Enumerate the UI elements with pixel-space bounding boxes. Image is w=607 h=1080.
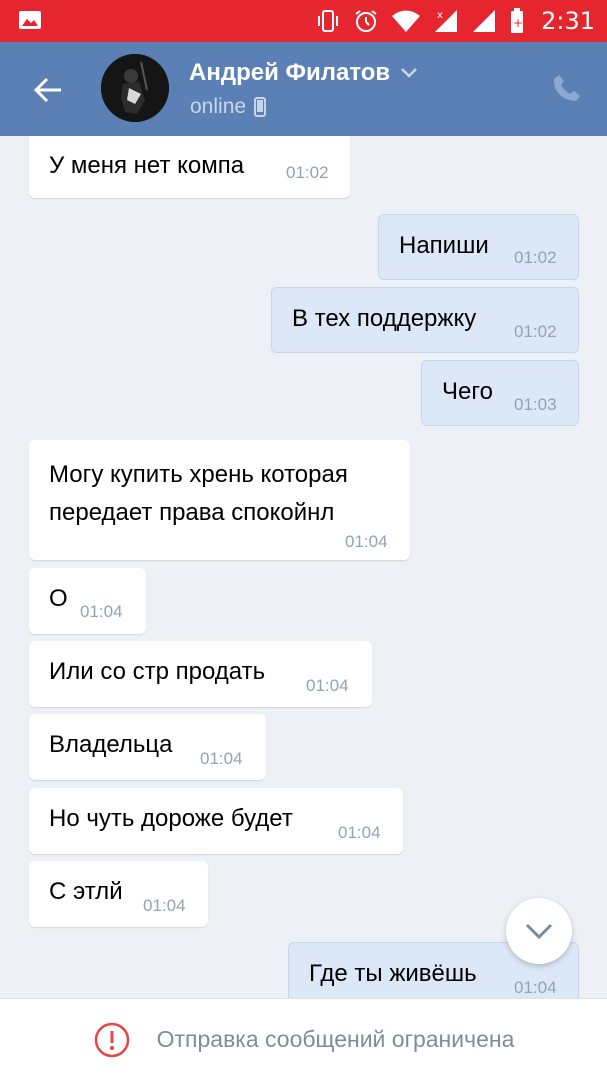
message-text: Могу купить хрень которая передает права…	[49, 456, 348, 532]
call-button[interactable]	[549, 70, 585, 106]
message-outgoing[interactable]: В тех поддержку 01:02	[271, 287, 579, 353]
wifi-icon	[392, 10, 421, 32]
restriction-text: Отправка сообщений ограничена	[156, 1026, 515, 1052]
status-time: 2:31	[541, 7, 595, 35]
chevron-down-icon	[525, 923, 553, 940]
alarm-icon	[355, 10, 377, 32]
message-text: Чего	[442, 378, 493, 405]
message-incoming[interactable]: О 01:04	[29, 568, 146, 634]
message-text: Или со стр продать	[49, 658, 266, 685]
message-time: 01:04	[306, 676, 349, 695]
status-text: online	[190, 95, 247, 118]
message-text: У меня нет компа	[49, 152, 245, 179]
message-incoming[interactable]: У меня нет компа 01:02	[29, 136, 350, 198]
message-time: 01:02	[514, 322, 557, 341]
message-text: В тех поддержку	[292, 305, 477, 332]
message-text: Напиши	[399, 232, 489, 259]
mobile-icon	[254, 97, 267, 117]
contact-name-text: Андрей Филатов	[189, 59, 391, 86]
message-text: Но чуть дороже будет	[49, 805, 293, 832]
avatar[interactable]	[101, 54, 169, 122]
message-text: Владельца	[49, 731, 173, 758]
message-incoming[interactable]: Владельца 01:04	[29, 714, 266, 780]
message-time: 01:04	[338, 823, 381, 842]
message-time: 01:04	[200, 749, 243, 768]
battery-charging-icon: +	[511, 8, 523, 33]
message-list[interactable]: У меня нет компа 01:02 Напиши 01:02 В те…	[0, 136, 607, 998]
messaging-restricted-bar: Отправка сообщений ограничена	[0, 998, 607, 1080]
message-time: 01:04	[80, 602, 123, 621]
back-button[interactable]	[26, 68, 70, 112]
phone-icon	[553, 75, 580, 101]
message-text: О	[49, 585, 68, 612]
signal-icon: x	[435, 10, 458, 32]
contact-name[interactable]: Андрей Филатов	[189, 59, 418, 87]
chat-header: Андрей Филатов online	[0, 42, 607, 136]
arrow-left-icon	[33, 77, 61, 103]
message-incoming[interactable]: Или со стр продать 01:04	[29, 641, 372, 707]
alert-icon	[94, 1022, 129, 1057]
message-line: Могу купить хрень которая	[49, 461, 348, 488]
message-time: 01:02	[286, 163, 329, 182]
image-icon	[19, 11, 41, 29]
signal-icon	[473, 10, 496, 32]
message-text: Где ты живёшь	[309, 960, 477, 987]
contact-status: online	[190, 95, 267, 119]
message-incoming[interactable]: Могу купить хрень которая передает права…	[29, 440, 410, 560]
vibrate-icon	[318, 10, 339, 32]
message-time: 01:04	[514, 978, 557, 997]
message-time: 01:03	[514, 395, 557, 414]
message-time: 01:02	[514, 248, 557, 267]
svg-text:x: x	[437, 10, 443, 21]
message-outgoing[interactable]: Чего 01:03	[421, 360, 579, 426]
message-incoming[interactable]: Но чуть дороже будет 01:04	[29, 788, 403, 854]
message-line: передает права спокойнл	[49, 499, 335, 526]
status-bar: x + 2:31	[0, 0, 607, 42]
svg-text:+: +	[513, 16, 523, 30]
message-text: С этлй	[49, 878, 123, 905]
message-time: 01:04	[345, 532, 388, 551]
message-outgoing[interactable]: Напиши 01:02	[378, 214, 579, 280]
message-incoming[interactable]: С этлй 01:04	[29, 861, 208, 927]
message-time: 01:04	[143, 896, 186, 915]
chevron-down-icon	[401, 68, 418, 78]
avatar-photo	[101, 54, 169, 122]
scroll-down-button[interactable]	[506, 898, 572, 964]
